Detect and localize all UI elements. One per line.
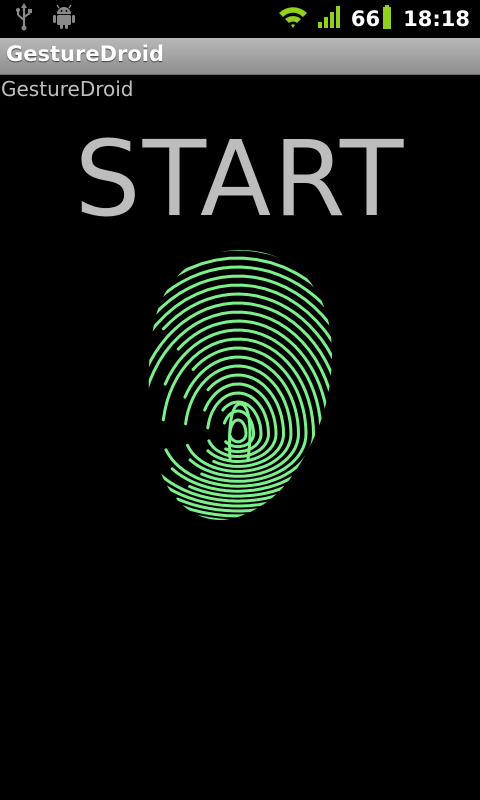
wifi-icon [277, 4, 309, 34]
battery-icon [383, 5, 392, 33]
notification-icons [14, 3, 76, 35]
system-icons: 66 18:18 [277, 0, 470, 38]
fingerprint-ridge [228, 418, 248, 444]
start-label[interactable]: START [0, 118, 480, 240]
signal-icon [317, 5, 343, 33]
status-bar: 66 18:18 [0, 0, 480, 38]
fingerprint-icon[interactable] [140, 244, 340, 524]
title-bar: GestureDroid [0, 38, 480, 75]
app-label: GestureDroid [1, 77, 134, 101]
android-debug-icon [52, 4, 76, 34]
clock: 18:18 [403, 7, 470, 31]
battery-level: 66 [350, 7, 381, 31]
app-title: GestureDroid [6, 42, 165, 66]
usb-icon [14, 3, 34, 35]
